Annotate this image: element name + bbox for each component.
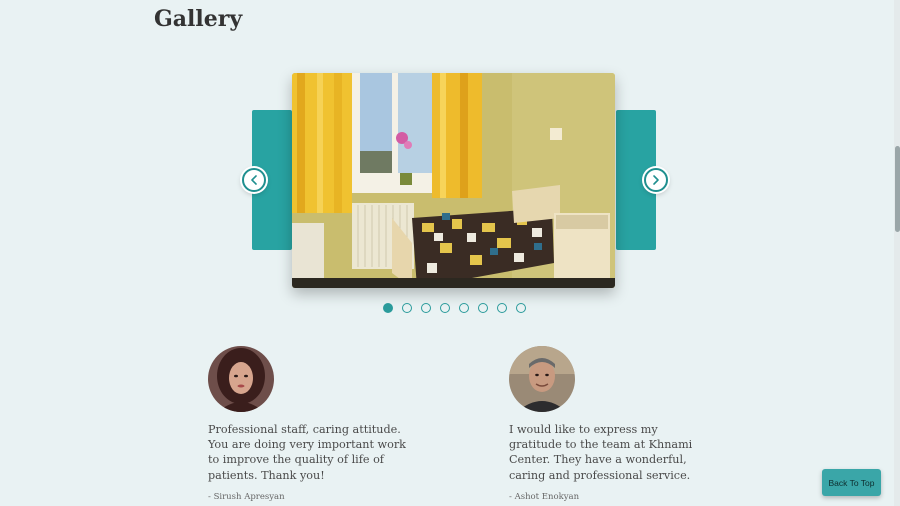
testimonial-card: I would like to express my gratitude to … — [509, 346, 709, 502]
carousel-next-button[interactable] — [644, 168, 668, 192]
page-scrollbar[interactable] — [894, 0, 900, 506]
carousel-dot-5[interactable] — [459, 303, 469, 313]
carousel-dot-7[interactable] — [497, 303, 507, 313]
back-to-top-button[interactable]: Back To Top — [822, 469, 881, 496]
carousel-dot-6[interactable] — [478, 303, 488, 313]
gallery-title: Gallery — [154, 6, 243, 32]
testimonial-quote: I would like to express my gratitude to … — [509, 423, 693, 482]
avatar — [509, 346, 575, 412]
carousel-pagination — [383, 303, 526, 313]
testimonial-author: - Sirush Apresyan — [208, 491, 285, 502]
carousel-dot-8[interactable] — [516, 303, 526, 313]
carousel-dot-4[interactable] — [440, 303, 450, 313]
chevron-left-icon — [251, 175, 257, 185]
gallery-slide-image — [292, 73, 615, 288]
testimonial-author: - Ashot Enokyan — [509, 491, 580, 502]
carousel-dot-1[interactable] — [383, 303, 393, 313]
testimonial-quote: Professional staff, caring attitude. You… — [208, 423, 406, 482]
chevron-right-icon — [653, 175, 659, 185]
carousel-prev-button[interactable] — [242, 168, 266, 192]
scrollbar-thumb[interactable] — [895, 146, 900, 232]
carousel-dot-2[interactable] — [402, 303, 412, 313]
carousel-dot-3[interactable] — [421, 303, 431, 313]
testimonial-card: Professional staff, caring attitude. You… — [208, 346, 408, 502]
avatar — [208, 346, 274, 412]
